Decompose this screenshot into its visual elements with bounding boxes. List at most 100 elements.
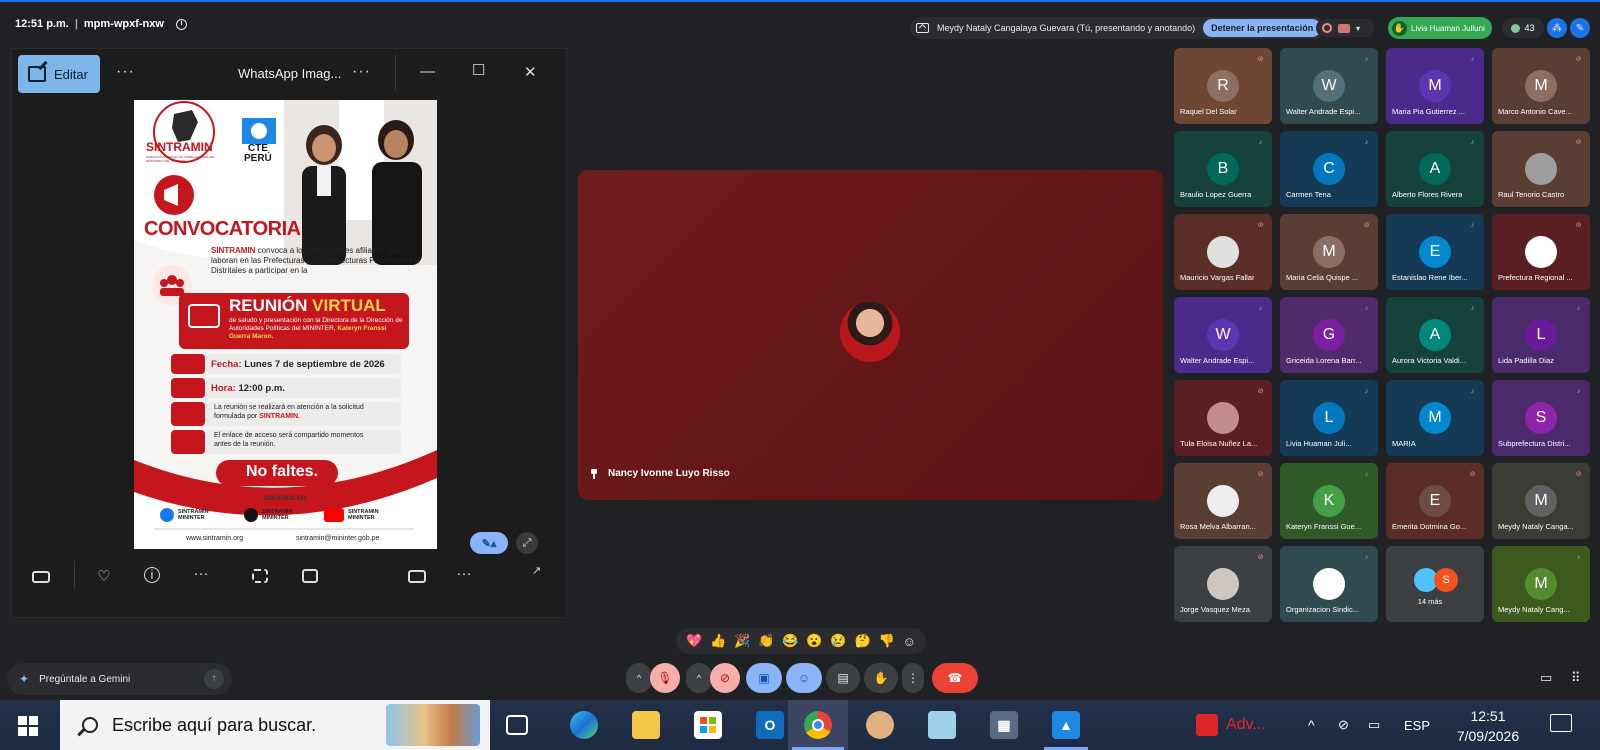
activities-grid-icon[interactable]: ⠿	[1571, 670, 1581, 686]
people-button[interactable]: 43	[1502, 18, 1544, 38]
participant-tile[interactable]: W ♪ Walter Andrade Espi...	[1174, 297, 1272, 373]
reaction-button[interactable]: 🎉	[734, 633, 750, 649]
microphone-off-icon[interactable]: 🎙	[650, 663, 680, 693]
arrow-up-icon[interactable]: ↑	[204, 669, 224, 689]
more-participants-tile[interactable]: S 14 más	[1386, 546, 1484, 622]
participant-tile[interactable]: C ♪ Carmen Tena	[1280, 131, 1378, 207]
participant-tile[interactable]: E ♪ Estanislao Rene Iber...	[1386, 214, 1484, 290]
present-screen-icon[interactable]: ▣	[746, 663, 782, 693]
emoji-icon[interactable]: ☺	[786, 663, 822, 693]
participant-name: Raul Tenorio Castro	[1498, 190, 1565, 199]
reaction-button[interactable]: 💖	[686, 633, 702, 649]
reaction-button[interactable]: 🤔	[854, 633, 870, 649]
mic-options-icon[interactable]: ^	[626, 663, 652, 693]
chevron-up-icon[interactable]: ^	[1308, 700, 1315, 750]
search-highlight-image	[386, 704, 480, 746]
gemini-prompt[interactable]: ✦ Pregúntale a Gemini ↑	[7, 663, 232, 695]
info-icon[interactable]: i	[144, 567, 160, 583]
calculator-icon[interactable]: ▦	[990, 711, 1018, 739]
participant-tile[interactable]: M ♪ Meydy Nataly Cang...	[1492, 546, 1590, 622]
participant-tile[interactable]: R ⊘ Raquel Del Solar	[1174, 48, 1272, 124]
chrome-icon[interactable]	[804, 711, 832, 739]
store-icon[interactable]	[694, 711, 722, 739]
notifications-icon[interactable]	[1550, 714, 1572, 732]
leave-call-icon[interactable]: ☎	[932, 663, 978, 693]
edge-icon[interactable]	[570, 711, 598, 739]
minimize-icon[interactable]: —	[420, 63, 435, 80]
reaction-button[interactable]: 😂	[782, 633, 798, 649]
language-indicator[interactable]: ESP	[1404, 700, 1430, 750]
filmstrip-icon[interactable]	[32, 571, 50, 583]
edit-button[interactable]: Editar	[18, 55, 100, 93]
more-actions-icon[interactable]: ···	[455, 565, 473, 582]
participant-tile[interactable]: S ♪ Subprefectura Distri...	[1492, 380, 1590, 456]
info-icon[interactable]: i	[175, 18, 187, 30]
participant-tile[interactable]: B ♪ Braulio Lopez Guerra	[1174, 131, 1272, 207]
more-options-icon[interactable]: ···	[116, 63, 135, 81]
network-off-icon[interactable]: ⊘	[1338, 700, 1349, 750]
participant-tile[interactable]: M ♪ MARIA	[1386, 380, 1484, 456]
expand-icon[interactable]: ⤢	[516, 532, 538, 554]
participant-tile[interactable]: L ♪ Livia Huaman Juli...	[1280, 380, 1378, 456]
participant-tile[interactable]: ⊘ Mauricio Vargas Fallar	[1174, 214, 1272, 290]
participant-tile[interactable]: M ♪ Maria Pia Gutierrez ...	[1386, 48, 1484, 124]
camera-options-icon[interactable]: ^	[686, 663, 712, 693]
participant-tile[interactable]: ⊘ Tula Eloisa Nuñez La...	[1174, 380, 1272, 456]
text-extract-icon[interactable]	[302, 569, 318, 583]
main-speaker-tile[interactable]: Nancy Ivonne Luyo Risso	[578, 170, 1163, 500]
participant-tile[interactable]: ♪ Organizacion Sindic...	[1280, 546, 1378, 622]
participant-tile[interactable]: M ⊘ Marco Antonio Cave...	[1492, 48, 1590, 124]
participant-tile[interactable]: M ⊘ Maria Celia Quispe ...	[1280, 214, 1378, 290]
participant-tile[interactable]: G ♪ Griceida Lorena Barr...	[1280, 297, 1378, 373]
task-view-icon[interactable]	[506, 715, 528, 735]
participant-tile[interactable]: E ⊘ Emerita Dotmina Go...	[1386, 463, 1484, 539]
participant-tile[interactable]: ⊘ Raul Tenorio Castro	[1492, 131, 1590, 207]
participant-tile[interactable]: K ♪ Kateryn Franssi Gue...	[1280, 463, 1378, 539]
annotation-pen-button[interactable]: ✎▴	[470, 532, 508, 554]
gemini-notes-icon[interactable]: ✎	[1570, 18, 1590, 38]
participant-tile[interactable]: M ⊘ Meydy Nataly Canga...	[1492, 463, 1590, 539]
display-icon[interactable]: ▭	[1368, 700, 1380, 750]
reaction-button[interactable]: 😮	[806, 633, 822, 649]
participant-tile[interactable]: ⊘ Prefectura Regional ...	[1492, 214, 1590, 290]
camera-off-icon[interactable]: ⊘	[710, 663, 740, 693]
reaction-button[interactable]: 👎	[879, 633, 895, 649]
recording-controls[interactable]: ▾	[1316, 19, 1374, 37]
more-icon[interactable]: ···	[192, 565, 210, 582]
visual-search-icon[interactable]	[252, 569, 268, 583]
edit-image-icon	[28, 66, 46, 82]
participant-tile[interactable]: ⊘ Rosa Melva Albarran...	[1174, 463, 1272, 539]
fullscreen-icon[interactable]: ↗	[532, 564, 541, 577]
chat-icon[interactable]: ▭	[1540, 670, 1552, 686]
reaction-button[interactable]: 👍	[710, 633, 726, 649]
notepad-icon[interactable]	[928, 711, 956, 739]
reaction-button[interactable]: 👏	[758, 633, 774, 649]
captions-icon[interactable]: ▤	[826, 663, 860, 693]
reaction-button[interactable]: ☺	[903, 634, 916, 649]
participant-tile[interactable]: A ♪ Aurora Victoria Valdi...	[1386, 297, 1484, 373]
photos-icon[interactable]: ▲	[1052, 711, 1080, 739]
close-icon[interactable]: ✕	[524, 63, 537, 81]
paint-icon[interactable]	[866, 711, 894, 739]
stop-presenting-button[interactable]: Detener la presentación	[1203, 19, 1322, 37]
more-options-icon[interactable]: ⋮	[902, 663, 924, 693]
system-clock[interactable]: 12:51 7/09/2026	[1448, 706, 1528, 746]
participant-tile[interactable]: A ♪ Alberto Flores Rivera	[1386, 131, 1484, 207]
taskbar-search[interactable]: Escribe aquí para buscar.	[60, 700, 490, 750]
windows-start-icon[interactable]	[18, 716, 38, 736]
reaction-button[interactable]: 😢	[830, 633, 846, 649]
adobe-app[interactable]: Adv...	[1196, 700, 1266, 750]
raised-hand-chip[interactable]: ✋ Livia Huaman Julluni	[1388, 17, 1492, 39]
slideshow-icon[interactable]	[408, 570, 426, 583]
participant-tile[interactable]: L ♪ Lida Padilla Diaz	[1492, 297, 1590, 373]
favorite-icon[interactable]: ♡	[95, 567, 113, 585]
participant-tile[interactable]: ⊘ Jorge Vasquez Meza	[1174, 546, 1272, 622]
participant-tile[interactable]: W ♪ Walter Andrade Espi...	[1280, 48, 1378, 124]
outlook-icon[interactable]: O	[756, 711, 784, 739]
maximize-icon[interactable]: ☐	[472, 61, 485, 79]
pin-icon[interactable]	[590, 468, 598, 479]
activities-icon[interactable]: ⁂	[1547, 18, 1567, 38]
title-more-icon[interactable]: ···	[352, 63, 371, 81]
raise-hand-icon[interactable]: ✋	[864, 663, 898, 693]
file-explorer-icon[interactable]	[632, 711, 660, 739]
